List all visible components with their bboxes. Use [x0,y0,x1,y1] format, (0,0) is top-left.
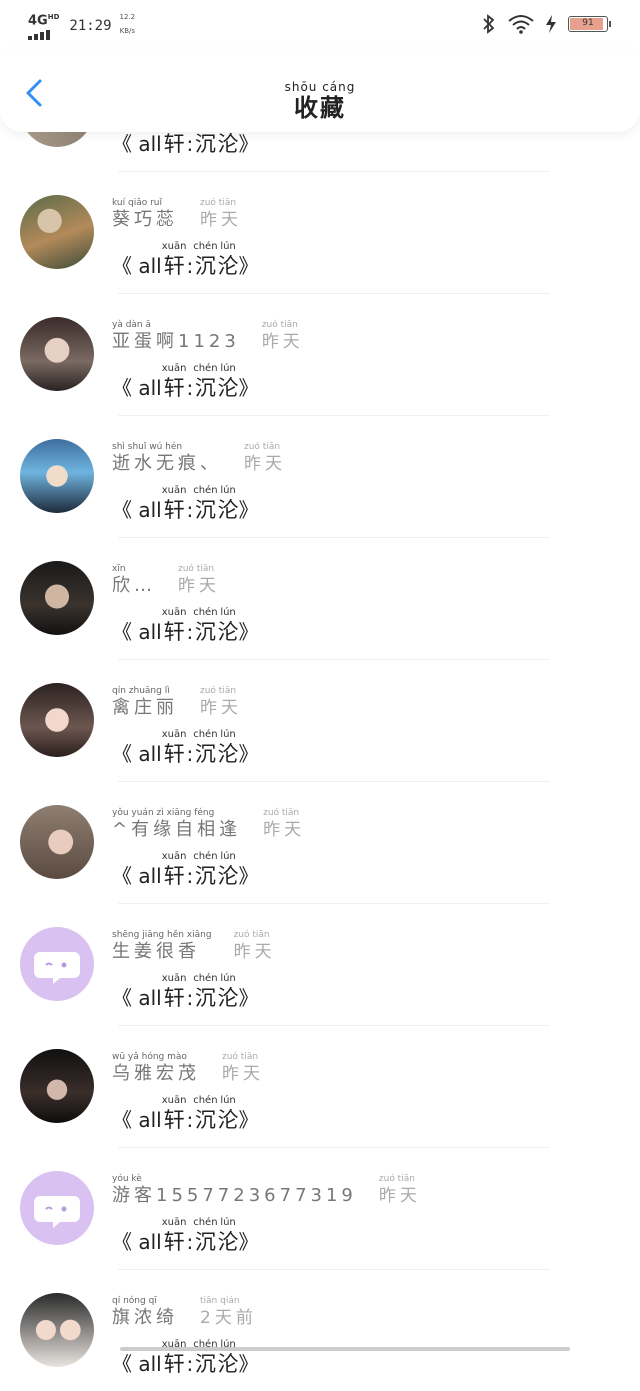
user-name[interactable]: 禽庄丽 [112,697,178,719]
list-item[interactable]: yóu kè 游客1557723677319 zuó tiān 昨天 《 all… [0,1147,640,1269]
avatar[interactable] [20,195,94,269]
user-name-pinyin: yóu kè [112,1174,142,1185]
divider [118,415,550,416]
avatar[interactable] [20,1049,94,1123]
user-name[interactable]: ^有缘自相逢 [112,819,241,841]
timestamp: 昨天 [222,1063,264,1085]
post-title[interactable]: 《 all xuān轩 : chén沉 lún沦 》 [112,1095,259,1134]
divider [118,171,550,172]
timestamp: 昨天 [262,331,304,353]
scroll-indicator [120,1347,570,1351]
divider [118,293,550,294]
post-title[interactable]: 《 all xuān轩 : chén沉 lún沦 》 [112,607,259,646]
avatar[interactable] [20,927,94,1001]
user-name[interactable]: 游客1557723677319 [112,1185,357,1207]
divider [118,659,550,660]
timestamp-pinyin: tiān qián [200,1296,240,1307]
page-title-pinyin: shōu cáng [0,80,640,94]
chat-bubble-icon [20,1171,94,1245]
favorites-list: 《 all xuān轩 : chén沉 lún沦 》 kuí qiǎo ruǐ … [0,0,640,1351]
user-name[interactable]: 生姜很香 [112,941,200,963]
timestamp: 昨天 [200,697,242,719]
post-title[interactable]: 《 all xuān轩 : chén沉 lún沦 》 [112,363,259,402]
divider [118,903,550,904]
list-item[interactable]: xīn 欣… zuó tiān 昨天 《 all xuān轩 : chén沉 l… [0,537,640,659]
avatar[interactable] [20,1293,94,1367]
user-name-pinyin: shēng jiāng hěn xiāng [112,930,212,941]
avatar[interactable] [20,439,94,513]
timestamp-pinyin: zuó tiān [178,564,214,575]
divider [118,781,550,782]
user-name-pinyin: kuí qiǎo ruǐ [112,198,162,209]
user-name[interactable]: 旗浓绮 [112,1307,178,1329]
post-title[interactable]: 《 all xuān轩 : chén沉 lún沦 》 [112,241,259,280]
list-item[interactable]: shì shuǐ wú hén 逝水无痕、 zuó tiān 昨天 《 all … [0,415,640,537]
timestamp-pinyin: zuó tiān [379,1174,415,1185]
timestamp-pinyin: zuó tiān [200,686,236,697]
list-item[interactable]: shēng jiāng hěn xiāng 生姜很香 zuó tiān 昨天 《… [0,903,640,1025]
user-name-pinyin: qí nóng qī [112,1296,157,1307]
avatar[interactable] [20,317,94,391]
post-title[interactable]: 《 all xuān轩 : chén沉 lún沦 》 [112,1339,259,1378]
user-name-pinyin: xīn [112,564,126,575]
avatar[interactable] [20,683,94,757]
user-name-pinyin: qín zhuāng lì [112,686,170,697]
timestamp-pinyin: zuó tiān [234,930,270,941]
user-name[interactable]: 逝水无痕、 [112,453,222,475]
user-name-pinyin: yǒu yuán zì xiāng féng [112,808,214,819]
timestamp-pinyin: zuó tiān [262,320,298,331]
timestamp: 昨天 [263,819,305,841]
timestamp: 昨天 [244,453,286,475]
avatar[interactable] [20,1171,94,1245]
divider [118,1269,550,1270]
list-item[interactable]: qí nóng qī 旗浓绮 tiān qián 2天前 《 all xuān轩… [0,1269,640,1391]
post-title[interactable]: 《 all xuān轩 : chén沉 lún沦 》 [112,973,259,1012]
timestamp: 昨天 [379,1185,421,1207]
page-title: 收藏 [0,94,640,122]
avatar[interactable] [20,805,94,879]
post-title[interactable]: 《 all xuān轩 : chén沉 lún沦 》 [112,729,259,768]
list-item[interactable]: kuí qiǎo ruǐ 葵巧蕊 zuó tiān 昨天 《 all xuān轩… [0,171,640,293]
timestamp: 昨天 [200,209,242,231]
post-title[interactable]: 《 all xuān轩 : chén沉 lún沦 》 [112,1217,259,1256]
user-name[interactable]: 亚蛋啊1123 [112,331,240,353]
timestamp-pinyin: zuó tiān [244,442,280,453]
user-name[interactable]: 葵巧蕊 [112,209,178,231]
user-name-pinyin: shì shuǐ wú hén [112,442,182,453]
divider [118,1025,550,1026]
user-name[interactable]: 欣… [112,575,156,597]
timestamp: 昨天 [178,575,220,597]
avatar[interactable] [20,561,94,635]
post-title[interactable]: 《 all xuān轩 : chén沉 lún沦 》 [112,851,259,890]
nav-header: shōu cáng 收藏 [0,50,640,132]
list-item[interactable]: yǒu yuán zì xiāng féng ^有缘自相逢 zuó tiān 昨… [0,781,640,903]
timestamp-pinyin: zuó tiān [263,808,299,819]
timestamp: 昨天 [234,941,276,963]
chat-bubble-icon [20,927,94,1001]
list-item[interactable]: wū yǎ hóng mào 乌雅宏茂 zuó tiān 昨天 《 all xu… [0,1025,640,1147]
divider [118,1147,550,1148]
post-title[interactable]: 《 all xuān轩 : chén沉 lún沦 》 [112,485,259,524]
timestamp-pinyin: zuó tiān [222,1052,258,1063]
list-item[interactable]: yà dàn ā 亚蛋啊1123 zuó tiān 昨天 《 all xuān轩… [0,293,640,415]
timestamp-pinyin: zuó tiān [200,198,236,209]
divider [118,537,550,538]
user-name[interactable]: 乌雅宏茂 [112,1063,200,1085]
list-item[interactable]: qín zhuāng lì 禽庄丽 zuó tiān 昨天 《 all xuān… [0,659,640,781]
timestamp: 2天前 [200,1307,257,1329]
user-name-pinyin: wū yǎ hóng mào [112,1052,187,1063]
user-name-pinyin: yà dàn ā [112,320,151,331]
